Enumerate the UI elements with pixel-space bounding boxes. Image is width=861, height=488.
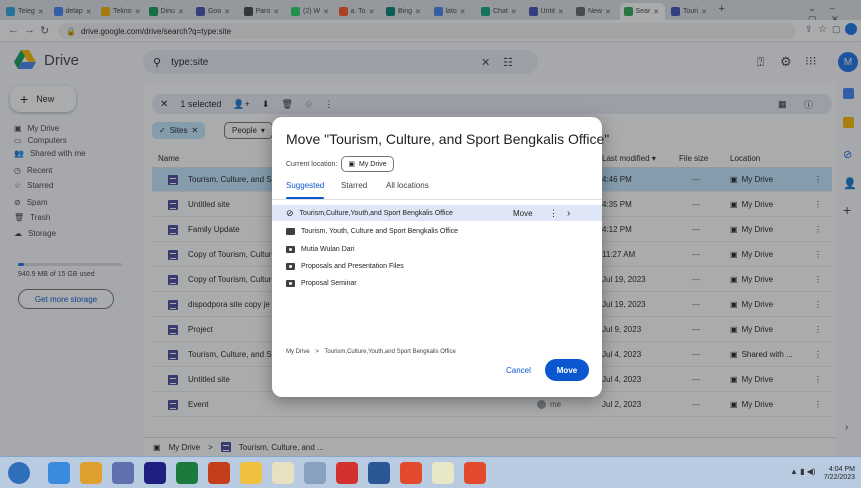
shared-folder-icon [286, 262, 295, 270]
tray-icons[interactable]: ▲ ▮ ◀) [790, 467, 816, 476]
destination-path: My Drive > Tourism,Culture,Youth,and Spo… [286, 349, 456, 355]
shared-folder-icon [286, 245, 295, 253]
system-clock[interactable]: 4:04 PM 7/22/2023 [824, 466, 855, 482]
notes-icon[interactable] [432, 462, 454, 484]
windows-taskbar: ▲ ▮ ◀) 4:04 PM 7/22/2023 [0, 456, 861, 488]
destination-label: Tourism, Youth, Culture and Sport Bengka… [301, 227, 459, 235]
move-button[interactable]: Move [545, 359, 589, 381]
acrobat-icon[interactable] [336, 462, 358, 484]
excel-icon[interactable] [176, 462, 198, 484]
current-location-value: My Drive [358, 160, 387, 168]
clock-date: 7/22/2023 [823, 474, 855, 481]
paint-icon[interactable] [240, 462, 262, 484]
current-location-label: Current location: [286, 160, 338, 168]
chrome-icon[interactable] [400, 462, 422, 484]
destination-label: Proposals and Presentation Files [301, 262, 404, 270]
tab-all-locations[interactable]: All locations [386, 181, 429, 190]
shared-folder-icon [286, 279, 295, 287]
explorer-icon[interactable] [80, 462, 102, 484]
path-separator: > [315, 349, 319, 355]
chevron-right-icon[interactable]: › [567, 208, 570, 219]
dialog-title: Move "Tourism, Culture, and Sport Bengka… [286, 131, 610, 147]
destination-item[interactable]: ⊘ Tourism,Culture,Youth,and Sport Bengka… [272, 205, 602, 221]
tool-icon[interactable] [304, 462, 326, 484]
drive-folder-icon: ▣ [348, 161, 355, 168]
destination-item[interactable]: Proposals and Presentation Files [272, 258, 602, 274]
tab-starred[interactable]: Starred [341, 181, 367, 190]
destination-move-button[interactable]: Move [513, 209, 533, 218]
check-circle-icon: ⊘ [286, 207, 294, 218]
folder-app-icon[interactable] [272, 462, 294, 484]
tab-divider [272, 199, 602, 200]
tab-suggested[interactable]: Suggested [286, 181, 324, 190]
destination-item[interactable]: Tourism, Youth, Culture and Sport Bengka… [272, 223, 602, 239]
start-button-icon[interactable] [8, 462, 30, 484]
current-location-button[interactable]: ▣ My Drive [341, 156, 394, 172]
cancel-button[interactable]: Cancel [506, 366, 531, 375]
ie-icon[interactable] [48, 462, 70, 484]
pen-app-icon[interactable] [144, 462, 166, 484]
destination-item[interactable]: Mutia Wulan Dari [272, 241, 602, 257]
destination-label: Mutia Wulan Dari [301, 245, 355, 253]
path-root[interactable]: My Drive [286, 349, 310, 355]
destination-label: Tourism,Culture,Youth,and Sport Bengkali… [299, 209, 453, 217]
path-target: Tourism,Culture,Youth,and Sport Bengkali… [324, 349, 456, 355]
powerpoint-icon[interactable] [208, 462, 230, 484]
move-dialog: Move "Tourism, Culture, and Sport Bengka… [272, 117, 609, 397]
word-icon[interactable] [368, 462, 390, 484]
more-options-icon[interactable]: ⋮ [549, 208, 558, 219]
clock-time: 4:04 PM [828, 466, 855, 473]
current-location: Current location: ▣ My Drive [286, 156, 394, 172]
destination-item[interactable]: Proposal Seminar [272, 275, 602, 291]
chrome-active-icon[interactable] [464, 462, 486, 484]
app-icon[interactable] [112, 462, 134, 484]
destination-label: Proposal Seminar [301, 279, 357, 287]
folder-icon [286, 227, 295, 235]
